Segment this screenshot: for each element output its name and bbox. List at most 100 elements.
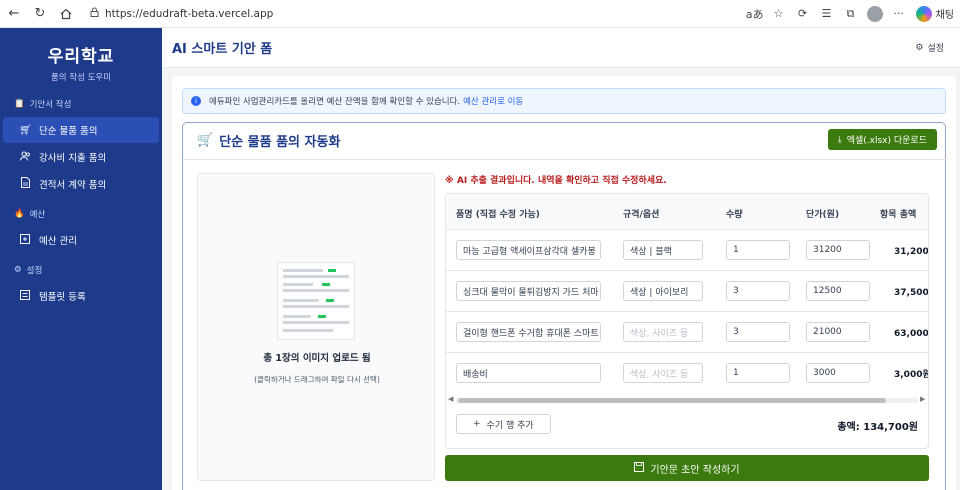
item-total: 37,500원 [894,288,929,298]
info-icon: i [191,96,201,106]
simple-purchase-card: 🛒 단순 물품 품의 자동화 ⤓ 엑셀(.xlsx) 다운로드 총 1장의 이미… [182,122,947,490]
budget-management-link[interactable]: 예산 관리로 이동 [463,95,523,107]
sidebar-item-quote-contract[interactable]: 견적서 계약 품의 [3,171,159,197]
brand-title: 우리학교 [47,47,115,67]
item-price-input[interactable]: 3000 [806,363,870,383]
copilot-icon [915,5,932,22]
profile-avatar[interactable] [866,5,883,22]
sidebar-item-lecturer-fee[interactable]: 강사비 지출 품의 [3,144,159,170]
copilot-chat-button[interactable]: 채팅 [915,5,954,22]
sidebar-item-template-register[interactable]: 템플릿 등록 [3,283,159,309]
home-icon[interactable] [54,2,78,26]
document-icon: 📋 [14,99,25,109]
extensions-icon[interactable]: ⟳ [792,3,814,25]
item-qty-input[interactable]: 1 [726,363,790,383]
scroll-thumb[interactable] [458,398,886,403]
excel-download-button[interactable]: ⤓ 엑셀(.xlsx) 다운로드 [827,129,937,150]
scroll-left-icon[interactable]: ◀ [448,395,453,403]
brand-subtitle: 품의 작성 도우미 [50,73,112,83]
horizontal-scrollbar[interactable]: ◀ ▶ [446,394,928,406]
favorite-star-icon[interactable]: ☆ [768,3,790,25]
gear-icon: ⚙ [915,42,924,53]
ai-result-notice: ※ AI 추출 결과입니다. 내역을 확인하고 직접 수정하세요. [445,176,667,186]
info-text: 에듀파인 사업관리카드를 올리면 예산 잔액을 함께 확인할 수 있습니다. [209,97,461,107]
sidebar-item-label: 템플릿 등록 [39,292,86,303]
create-button-label: 기안문 초안 작성하기 [650,464,740,476]
item-price-input[interactable]: 31200 [806,240,870,260]
item-qty-input[interactable]: 3 [726,322,790,342]
item-name-input[interactable]: 걸이형 핸드폰 수거함 휴대폰 스마트 [456,322,601,342]
page-header: AI 스마트 기안 폼 ⚙ 설정 [162,28,960,68]
section-label: 예산 [29,210,46,220]
item-spec-input[interactable]: 색상 | 블랙 [623,240,703,260]
divider [183,159,947,160]
info-banner: i 에듀파인 사업관리카드를 올리면 예산 잔액을 함께 확인할 수 있습니다.… [182,88,946,114]
url-text: https://edudraft-beta.vercel.app [105,7,274,20]
sidebar-item-label: 예산 관리 [39,236,77,247]
settings-label: 설정 [927,44,944,54]
read-aloud-icon[interactable]: aあ [744,3,766,25]
header-spec: 규격/옵션 [623,210,660,220]
download-icon: ⤓ [837,134,842,145]
wallet-icon [19,233,31,247]
cart-icon: 🛒︎ [19,124,32,136]
item-spec-input[interactable]: 색상, 사이즈 등 [623,363,703,383]
favorites-list-icon[interactable]: ☰ [816,3,838,25]
upload-hint: (클릭하거나 드래그하여 파일 다시 선택) [254,375,380,384]
image-upload-dropzone[interactable]: 총 1장의 이미지 업로드 됨 (클릭하거나 드래그하여 파일 다시 선택) [197,173,435,481]
item-name-input[interactable]: 싱크대 물막이 물튀김방지 가드 처마 [456,281,601,301]
header-price: 단가(원) [806,210,840,220]
item-price-input[interactable]: 12500 [806,281,870,301]
sidebar-item-budget-management[interactable]: 예산 관리 [3,227,159,253]
save-icon [634,461,645,475]
items-table: 품명 (직접 수정 가능) 규격/옵션 수량 단가(원) 항목 총액 마능 고급… [445,193,929,449]
template-icon [19,289,31,303]
users-icon [19,151,31,164]
item-price-input[interactable]: 21000 [806,322,870,342]
item-spec-input[interactable]: 색상, 사이즈 등 [623,322,703,342]
sidebar-item-label: 단순 물품 품의 [39,126,98,137]
back-icon[interactable]: ← [2,2,26,26]
table-row: 싱크대 물막이 물튀김방지 가드 처마 색상 | 아이보리 3 12500 37… [446,271,929,312]
table-row: 배송비 색상, 사이즈 등 1 3000 3,000원 [446,353,929,394]
create-draft-button[interactable]: 기안문 초안 작성하기 [445,455,929,481]
uploaded-image-thumbnail [277,262,355,340]
item-name-input[interactable]: 마능 고급형 액세이프삼각대 셀카봉 [456,240,601,260]
add-manual-row-button[interactable]: + 수기 행 추가 [456,414,551,434]
card-title: 단순 물품 품의 자동화 [219,135,341,150]
address-bar[interactable]: https://edudraft-beta.vercel.app [82,3,744,25]
item-total: 3,000원 [894,370,929,380]
page-title: AI 스마트 기안 폼 [172,42,273,57]
gear-icon: ⚙ [14,265,22,275]
item-name-input[interactable]: 배송비 [456,363,601,383]
item-qty-input[interactable]: 1 [726,240,790,260]
table-header: 품명 (직접 수정 가능) 규격/옵션 수량 단가(원) 항목 총액 [446,194,928,230]
cart-icon: 🛒 [197,133,214,148]
sidebar-section-settings: ⚙ 설정 [0,254,162,282]
main-content: AI 스마트 기안 폼 ⚙ 설정 i 에듀파인 사업관리카드를 올리면 예산 잔… [162,28,960,490]
sidebar-item-label: 견적서 계약 품의 [39,180,107,191]
collections-icon[interactable]: ⧉ [840,3,862,25]
refresh-icon[interactable]: ↻ [28,2,52,26]
more-options-icon[interactable]: ··· [888,3,910,25]
sidebar-item-simple-purchase[interactable]: 🛒︎ 단순 물품 품의 [3,117,159,143]
table-row: 마능 고급형 액세이프삼각대 셀카봉 색상 | 블랙 1 31200 31,20… [446,230,929,271]
sidebar-section-budget: 🔥 예산 [0,198,162,226]
plus-icon: + [473,419,481,429]
sidebar: 우리학교 품의 작성 도우미 📋 기안서 작성 🛒︎ 단순 물품 품의 강사비 … [0,28,162,490]
settings-button[interactable]: ⚙ 설정 [915,41,944,55]
item-spec-input[interactable]: 색상 | 아이보리 [623,281,703,301]
content-panel: i 에듀파인 사업관리카드를 올리면 예산 잔액을 함께 확인할 수 있습니다.… [172,76,956,490]
item-qty-input[interactable]: 3 [726,281,790,301]
browser-toolbar: ← ↻ https://edudraft-beta.vercel.app aあ … [0,0,960,28]
grand-total: 총액: 134,700원 [837,422,918,433]
upload-status: 총 1장의 이미지 업로드 됨 [263,353,371,364]
chat-label: 채팅 [935,10,954,21]
header-qty: 수량 [726,210,743,220]
section-label: 설정 [26,266,43,276]
section-label: 기안서 작성 [29,100,72,110]
scroll-right-icon[interactable]: ▶ [920,395,925,403]
item-total: 31,200원 [894,247,929,257]
app: 우리학교 품의 작성 도우미 📋 기안서 작성 🛒︎ 단순 물품 품의 강사비 … [0,28,960,490]
file-icon [19,177,31,191]
